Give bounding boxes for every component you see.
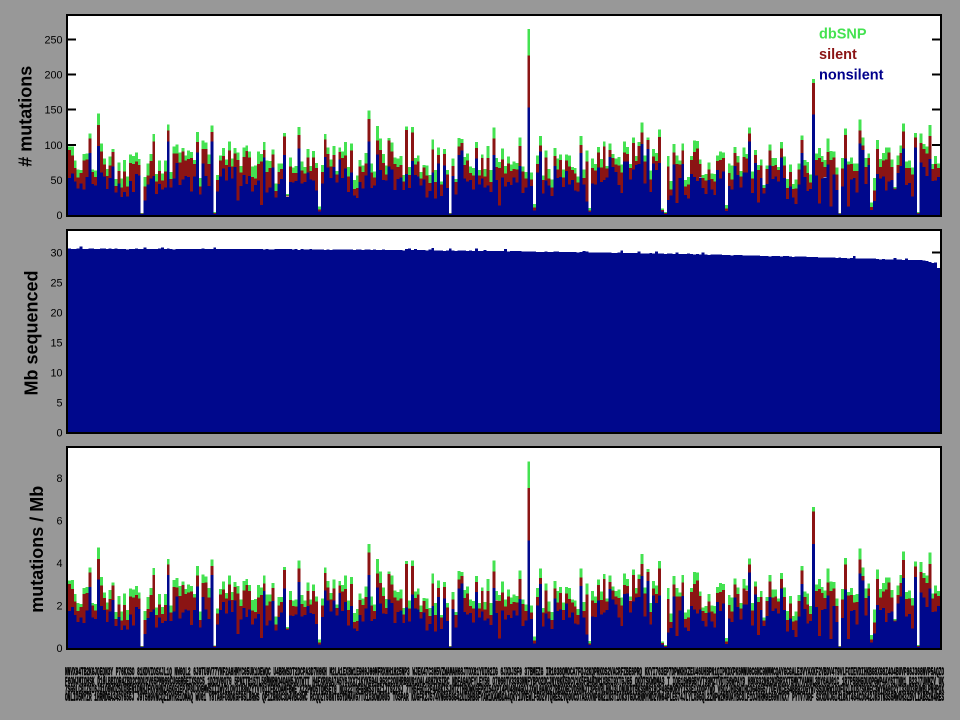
svg-text:100: 100: [44, 140, 62, 152]
svg-text:0: 0: [56, 428, 62, 440]
svg-text:8: 8: [56, 473, 62, 485]
svg-text:15: 15: [50, 338, 62, 350]
svg-text:150: 150: [44, 105, 62, 117]
svg-text:25: 25: [50, 278, 62, 290]
svg-text:4: 4: [56, 558, 62, 570]
svg-text:2: 2: [56, 601, 62, 613]
svg-text:200: 200: [44, 70, 62, 82]
svg-text:Mb sequenced: Mb sequenced: [22, 270, 42, 395]
svg-text:ONLIO5MYZR 1HRMDGA34SY65GJ J9T: ONLIO5MYZR 1HRMDGA34SY65GJ J9T5H9VNCQZ1W…: [65, 693, 944, 705]
svg-text:5: 5: [56, 398, 62, 410]
svg-text:20: 20: [50, 308, 62, 320]
svg-text:silent: silent: [819, 47, 857, 63]
svg-text:0: 0: [56, 210, 62, 222]
svg-text:50: 50: [50, 175, 62, 187]
svg-text:nonsilent: nonsilent: [819, 68, 884, 84]
svg-text:0: 0: [56, 643, 62, 655]
svg-text:dbSNP: dbSNP: [819, 27, 867, 43]
svg-text:# mutations: # mutations: [16, 66, 36, 167]
svg-text:6: 6: [56, 516, 62, 528]
svg-text:10: 10: [50, 368, 62, 380]
svg-text:mutations / Mb: mutations / Mb: [27, 486, 47, 613]
svg-text:30: 30: [50, 248, 62, 260]
svg-text:250: 250: [44, 35, 62, 47]
